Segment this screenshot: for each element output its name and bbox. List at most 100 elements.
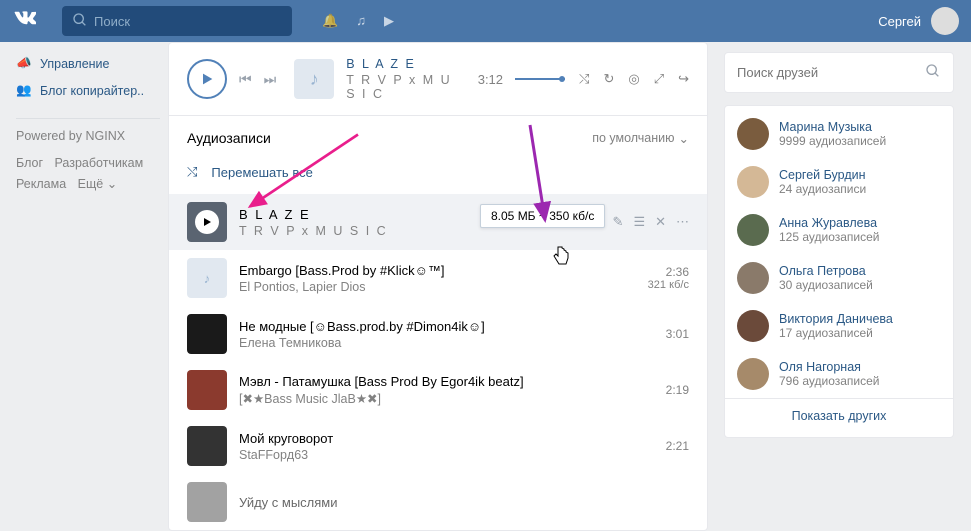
track-row[interactable]: Мой круговорот StaFFopд63 2:21: [169, 418, 707, 474]
track-duration: 2:21: [666, 439, 689, 453]
track-row[interactable]: Не модные [☺Bass.prod.by #Dimon4ik☺] Еле…: [169, 306, 707, 362]
friend-sub: 17 аудиозаписей: [779, 326, 893, 340]
avatar: [737, 310, 769, 342]
track-cover: [187, 370, 227, 410]
track-title: Мэвл - Патамушка [Bass Prod By Egor4ik b…: [239, 374, 654, 389]
friend-sub: 30 аудиозаписей: [779, 278, 873, 292]
track-row[interactable]: Уйду с мыслями: [169, 474, 707, 530]
search-input[interactable]: [94, 14, 282, 29]
share-icon[interactable]: ↪: [678, 71, 689, 87]
footer-link-dev[interactable]: Разработчикам: [55, 153, 144, 174]
track-artist: Елена Темникова: [239, 336, 654, 350]
content-panel: ⏮ ⏭ ♪ B L A Z E T R V P x M U S I C 3:12…: [168, 42, 708, 531]
global-search[interactable]: [62, 6, 292, 36]
friend-row[interactable]: Ольга Петрова30 аудиозаписей: [725, 254, 953, 302]
track-cover: [187, 314, 227, 354]
track-bitrate: 321 кб/с: [648, 279, 689, 291]
next-track-icon[interactable]: ⏭: [264, 71, 277, 88]
username[interactable]: Сергей: [878, 14, 921, 29]
edit-icon[interactable]: ✎: [613, 214, 624, 230]
now-playing-artist: T R V P x M U S I C: [346, 73, 466, 101]
users-icon: 👥: [16, 83, 32, 98]
track-row[interactable]: ♪ Embargo [Bass.Prod by #Klick☺™] El Pon…: [169, 250, 707, 306]
download-tooltip: 8.05 МБ ~ 350 кб/с: [480, 204, 605, 228]
avatar: [737, 262, 769, 294]
friend-row[interactable]: Марина Музыка9999 аудиозаписей: [725, 110, 953, 158]
prev-track-icon[interactable]: ⏮: [239, 71, 252, 88]
show-more-button[interactable]: Показать других: [725, 398, 953, 433]
friend-search[interactable]: [724, 52, 954, 93]
playlist-icon[interactable]: ☰: [633, 214, 645, 230]
search-icon: [925, 63, 941, 82]
now-playing-bar: ⏮ ⏭ ♪ B L A Z E T R V P x M U S I C 3:12…: [169, 43, 707, 116]
top-icons: 🔔 ♫ ▶: [322, 13, 394, 29]
now-playing-title: B L A Z E: [346, 57, 466, 71]
track-duration: 2:36: [648, 265, 689, 279]
friend-row[interactable]: Виктория Даничева17 аудиозаписей: [725, 302, 953, 350]
play-icon: [195, 210, 219, 234]
now-playing-cover: ♪: [294, 59, 334, 99]
avatar: [737, 166, 769, 198]
track-cover[interactable]: [187, 202, 227, 242]
shuffle-icon[interactable]: ⤭: [579, 71, 589, 87]
vk-logo[interactable]: [12, 6, 52, 36]
friend-row[interactable]: Сергей Бурдин24 аудиозаписи: [725, 158, 953, 206]
track-duration: 3:01: [666, 327, 689, 341]
top-bar: 🔔 ♫ ▶ Сергей: [0, 0, 971, 42]
sidebar-item-blog[interactable]: 👥 Блог копирайтер..: [8, 77, 168, 104]
track-artist: El Pontios, Lapier Dios: [239, 280, 636, 294]
friend-name: Анна Журавлева: [779, 216, 880, 230]
track-artist: [✖★Bass Music JlaB★✖]: [239, 391, 654, 406]
play-button[interactable]: [187, 59, 227, 99]
sidebar-item-manage[interactable]: 📣 Управление: [8, 50, 168, 77]
friends-list: Марина Музыка9999 аудиозаписей Сергей Бу…: [724, 105, 954, 438]
chevron-down-icon: ⌄: [679, 131, 689, 146]
search-icon: [72, 12, 88, 31]
delete-icon[interactable]: ✕: [655, 214, 666, 230]
volume-slider[interactable]: [515, 78, 565, 80]
friend-name: Оля Нагорная: [779, 360, 880, 374]
now-playing-meta: B L A Z E T R V P x M U S I C: [346, 57, 466, 101]
shuffle-icon: ⤭: [187, 164, 197, 180]
avatar[interactable]: [931, 7, 959, 35]
more-icon[interactable]: ⋯: [676, 214, 689, 230]
sidebar-item-label: Блог копирайтер..: [40, 84, 144, 98]
player-extra-controls: ⤭ ↻ ◎ ⤢ ↪: [515, 71, 689, 87]
track-row[interactable]: B L A Z E T R V P x M U S I C ⬇ ⤢ ✎ ☰ ✕ …: [169, 194, 707, 250]
track-title: Не модные [☺Bass.prod.by #Dimon4ik☺]: [239, 319, 654, 334]
track-cover: ♪: [187, 258, 227, 298]
broadcast-icon[interactable]: ◎: [628, 71, 639, 87]
left-sidebar: 📣 Управление 👥 Блог копирайтер.. Powered…: [0, 42, 168, 531]
shuffle-all[interactable]: ⤭ Перемешать все: [169, 156, 707, 194]
friend-sub: 796 аудиозаписей: [779, 374, 880, 388]
lyrics-icon[interactable]: ⤢: [654, 71, 664, 87]
friend-row[interactable]: Анна Журавлева125 аудиозаписей: [725, 206, 953, 254]
right-column: Марина Музыка9999 аудиозаписей Сергей Бу…: [724, 42, 954, 531]
track-cover: [187, 482, 227, 522]
track-title: Мой круговорот: [239, 431, 654, 446]
music-icon[interactable]: ♫: [356, 13, 366, 29]
sidebar-footer: Powered by NGINX Блог Разработчикам Рекл…: [8, 104, 168, 204]
avatar: [737, 358, 769, 390]
powered-by: Powered by NGINX: [16, 129, 160, 143]
track-cover: [187, 426, 227, 466]
track-duration: 2:19: [666, 383, 689, 397]
footer-link-ads[interactable]: Реклама: [16, 174, 66, 195]
footer-link-blog[interactable]: Блог: [16, 153, 43, 174]
footer-link-more[interactable]: Ещё ⌄: [78, 174, 118, 195]
repeat-icon[interactable]: ↻: [603, 71, 614, 87]
track-title: Уйду с мыслями: [239, 495, 689, 510]
friend-name: Марина Музыка: [779, 120, 886, 134]
video-icon[interactable]: ▶: [384, 13, 394, 29]
track-row[interactable]: Мэвл - Патамушка [Bass Prod By Egor4ik b…: [169, 362, 707, 418]
avatar: [737, 118, 769, 150]
bell-icon[interactable]: 🔔: [322, 13, 338, 29]
track-title: Embargo [Bass.Prod by #Klick☺™]: [239, 263, 636, 278]
friend-sub: 9999 аудиозаписей: [779, 134, 886, 148]
track-artist: StaFFopд63: [239, 448, 654, 462]
avatar: [737, 214, 769, 246]
friend-search-input[interactable]: [737, 65, 925, 80]
friend-row[interactable]: Оля Нагорная796 аудиозаписей: [725, 350, 953, 398]
sort-dropdown[interactable]: по умолчанию ⌄: [592, 131, 689, 146]
friend-name: Ольга Петрова: [779, 264, 873, 278]
